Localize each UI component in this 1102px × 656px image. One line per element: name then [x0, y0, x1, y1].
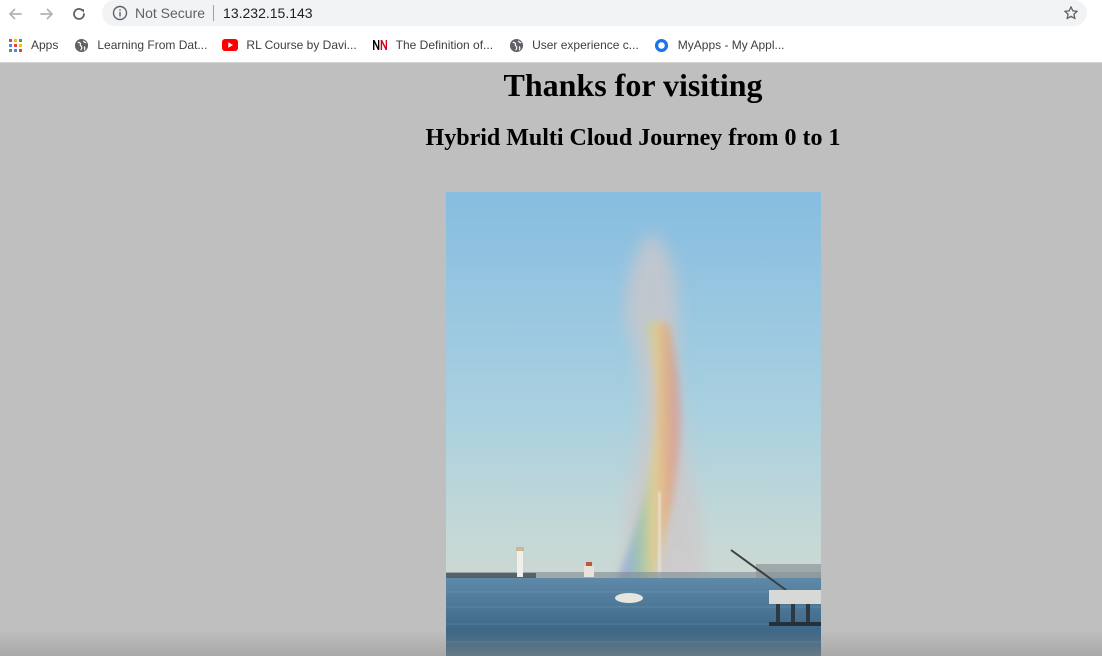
bookmark-label: MyApps - My Appl...: [677, 38, 785, 52]
security-status-label[interactable]: Not Secure: [135, 5, 205, 21]
fountain-rainbow-image: [446, 192, 821, 656]
arrow-right-icon: [40, 8, 53, 20]
globe-icon: [508, 37, 524, 53]
reload-icon: [73, 8, 85, 20]
bookmark-learning-from-data[interactable]: Learning From Dat...: [66, 32, 215, 58]
bookmark-definition-of[interactable]: The Definition of...: [365, 32, 501, 58]
globe-icon: [73, 37, 89, 53]
reload-button[interactable]: [68, 3, 90, 25]
back-button[interactable]: [4, 3, 26, 25]
bookmark-user-experience[interactable]: User experience c...: [501, 32, 647, 58]
fountain-photo: [446, 192, 821, 656]
bookmark-label: RL Course by Davi...: [246, 38, 357, 52]
page-subtitle: Hybrid Multi Cloud Journey from 0 to 1: [425, 125, 841, 151]
bookmarks-bar: Apps Learning From Dat... RL Course by D…: [0, 31, 1102, 59]
web-page: Thanks for visiting Hybrid Multi Cloud J…: [0, 63, 1102, 656]
page-title: Thanks for visiting: [503, 67, 763, 103]
youtube-icon: [222, 37, 239, 53]
browser-toolbar: Not Secure 13.232.15.143: [0, 0, 1102, 28]
bookmark-label: User experience c...: [532, 38, 639, 52]
url-text[interactable]: 13.232.15.143: [223, 5, 313, 21]
bookmark-rl-course[interactable]: RL Course by Davi...: [215, 32, 364, 58]
nn-logo-icon: [372, 37, 388, 53]
info-icon[interactable]: [112, 5, 128, 21]
address-bar[interactable]: Not Secure 13.232.15.143: [102, 0, 1087, 26]
bookmark-label: The Definition of...: [395, 38, 494, 52]
browser-chrome: Not Secure 13.232.15.143 Apps Learning F…: [0, 0, 1102, 63]
arrow-left-icon: [9, 8, 22, 20]
address-separator: [213, 5, 215, 21]
bookmark-myapps[interactable]: MyApps - My Appl...: [647, 32, 793, 58]
bookmark-label: Learning From Dat...: [97, 38, 208, 52]
apps-grid-icon: [7, 37, 23, 53]
forward-button[interactable]: [36, 3, 58, 25]
bookmark-label: Apps: [31, 38, 59, 52]
myapps-icon: [654, 37, 670, 53]
bookmark-apps[interactable]: Apps: [0, 32, 66, 58]
bookmark-star-icon[interactable]: [1063, 5, 1079, 21]
